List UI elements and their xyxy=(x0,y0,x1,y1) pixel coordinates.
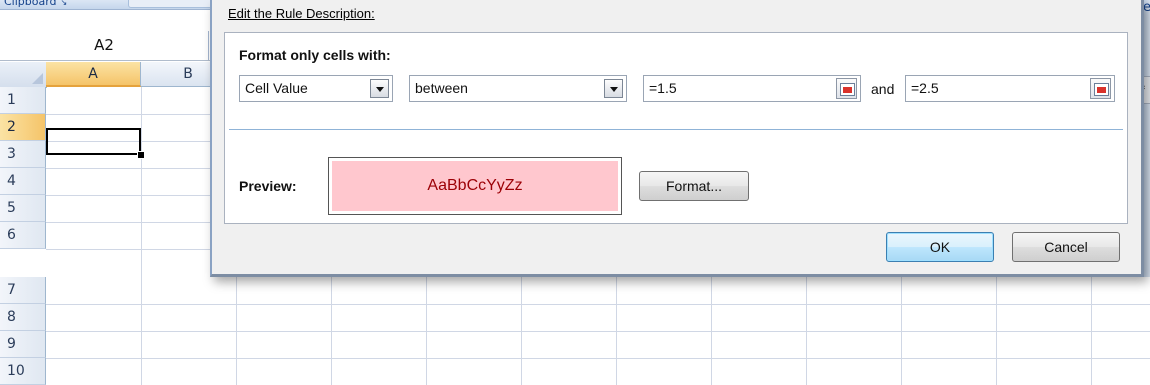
preview-label: Preview: xyxy=(239,178,297,194)
rule-description-panel: Format only cells with: Cell Value betwe… xyxy=(224,32,1128,224)
preview-sample: AaBbCcYyZz xyxy=(332,161,618,211)
range-selector-icon[interactable] xyxy=(1090,78,1111,99)
ribbon-group-edge xyxy=(128,0,216,8)
gridline xyxy=(46,358,1150,359)
row-header-9[interactable]: 9 xyxy=(0,331,46,358)
value1-input[interactable]: =1.5 xyxy=(643,75,861,102)
row-header-1[interactable]: 1 xyxy=(0,87,46,114)
fill-handle[interactable] xyxy=(137,151,145,159)
chevron-down-icon[interactable] xyxy=(370,79,389,98)
name-box[interactable]: A2 xyxy=(0,31,209,60)
rule-description-label-text: Edit the Rule Description: xyxy=(228,6,375,21)
chevron-down-icon[interactable] xyxy=(604,79,623,98)
row-header-8[interactable]: 8 xyxy=(0,304,46,331)
value1-text: =1.5 xyxy=(649,80,677,96)
clipboard-label: Clipboard xyxy=(4,0,57,8)
operator-select[interactable]: between xyxy=(409,75,627,102)
clipboard-group: Clipboard ↘ xyxy=(0,0,73,8)
row-header-5[interactable]: 5 xyxy=(0,195,46,222)
gridline xyxy=(141,87,142,385)
row-header-2[interactable]: 2 xyxy=(0,114,46,141)
preview-box: AaBbCcYyZz xyxy=(328,157,622,215)
clipboard-launcher-icon[interactable]: ↘ xyxy=(61,0,68,9)
value2-text: =2.5 xyxy=(911,80,939,96)
row-header-6[interactable]: 6 xyxy=(0,222,46,249)
condition-type-select[interactable]: Cell Value xyxy=(239,75,393,102)
and-label: and xyxy=(871,81,895,97)
row-header-3[interactable]: 3 xyxy=(0,141,46,168)
column-header-a[interactable]: A xyxy=(46,62,141,87)
ok-button[interactable]: OK xyxy=(886,232,994,262)
format-only-cells-label: Format only cells with: xyxy=(239,47,391,63)
condition-type-value: Cell Value xyxy=(245,80,308,96)
value2-input[interactable]: =2.5 xyxy=(905,75,1115,102)
select-all-icon xyxy=(32,73,43,84)
gridline xyxy=(46,331,1150,332)
row-header-7[interactable]: 7 xyxy=(0,277,46,304)
window-edge-label: e xyxy=(1143,0,1150,15)
select-all-corner[interactable] xyxy=(0,62,47,88)
range-selector-icon[interactable] xyxy=(836,78,857,99)
row-header-4[interactable]: 4 xyxy=(0,168,46,195)
gridline xyxy=(46,304,1150,305)
active-cell-a2[interactable] xyxy=(46,128,141,155)
edit-formatting-rule-dialog: Edit the Rule Description: Format only c… xyxy=(210,0,1144,277)
rule-description-label: Edit the Rule Description: xyxy=(228,6,375,21)
row-header-10[interactable]: 10 xyxy=(0,358,46,385)
operator-value: between xyxy=(415,80,468,96)
cancel-button[interactable]: Cancel xyxy=(1012,232,1120,262)
format-button[interactable]: Format... xyxy=(639,171,749,201)
divider xyxy=(229,129,1123,130)
